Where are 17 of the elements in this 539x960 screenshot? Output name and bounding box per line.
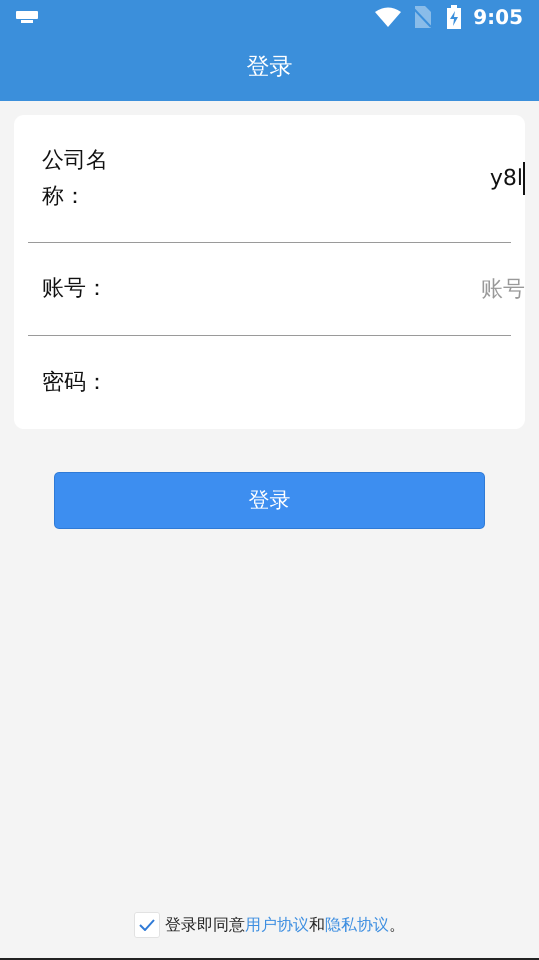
input-field[interactable]: y8l <box>136 162 525 195</box>
agreement-checkbox[interactable] <box>134 912 160 938</box>
agreement-link[interactable]: 隐私协议 <box>325 915 389 934</box>
keyboard-icon <box>16 11 38 23</box>
wifi-icon <box>375 7 402 27</box>
login-button[interactable]: 登录 <box>54 472 485 529</box>
page-title: 登录 <box>246 53 292 82</box>
battery-charging-icon <box>447 5 462 29</box>
agreement-link[interactable]: 用户协议 <box>245 915 309 934</box>
input-field[interactable]: 账号 <box>122 272 525 306</box>
status-time: 9:05 <box>473 4 523 31</box>
check-icon <box>139 919 155 931</box>
agreement-text: 登录即同意用户协议和隐私协议。 <box>165 914 405 936</box>
field-label: 公司名称： <box>42 146 109 210</box>
field-label: 账号： <box>42 275 108 303</box>
field-label: 密码： <box>42 368 108 396</box>
no-sim-icon <box>413 6 432 28</box>
